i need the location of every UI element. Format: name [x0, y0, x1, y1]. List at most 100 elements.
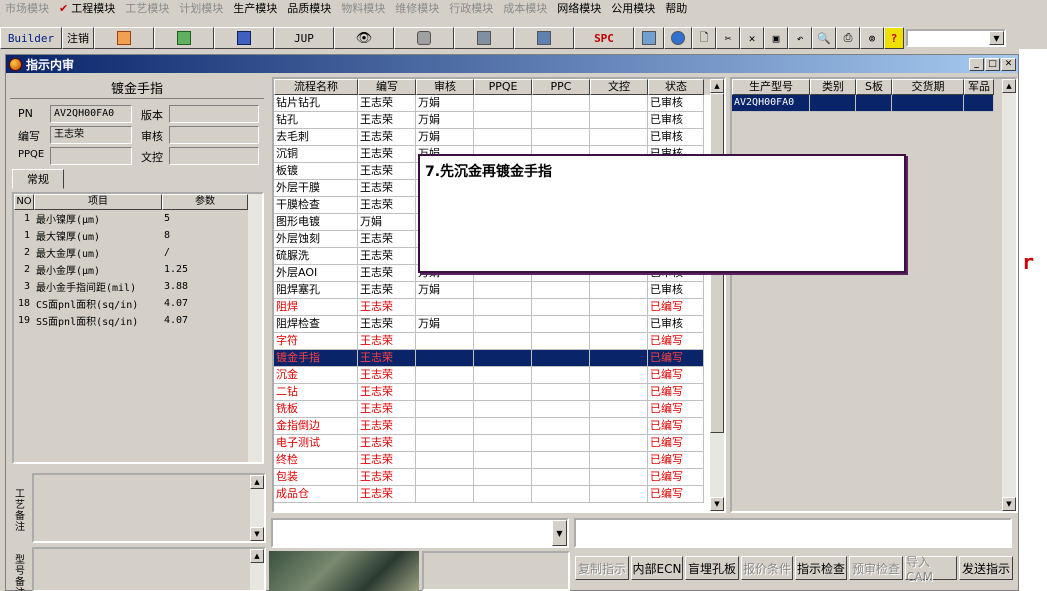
- save-button[interactable]: ▣: [764, 27, 788, 49]
- pn-field[interactable]: AV2QH00FA0: [50, 105, 132, 123]
- blind-hole-button[interactable]: 盲埋孔板: [685, 556, 739, 580]
- param-row[interactable]: 19 SS面pnl面积(sq/in) 4.07: [14, 312, 262, 329]
- table-row[interactable]: 钻孔 王志荣 万娟 已审核: [274, 112, 724, 129]
- model-header-3[interactable]: 交货期: [892, 79, 964, 95]
- find-button[interactable]: ⊚: [860, 27, 884, 49]
- table-row[interactable]: 沉金 王志荣 已编写: [274, 367, 724, 384]
- undo-button[interactable]: ↶: [788, 27, 812, 49]
- model-scrollbar[interactable]: ▲ ▼: [1002, 79, 1016, 511]
- table-row[interactable]: 镀金手指 王志荣 已编写: [274, 350, 724, 367]
- param-row[interactable]: 18 CS面pnl面积(sq/in) 4.07: [14, 295, 262, 312]
- menu-item-1[interactable]: ✔ 工程模块: [54, 0, 120, 17]
- table-row[interactable]: 包装 王志荣 已编写: [274, 469, 724, 486]
- logout-button[interactable]: 注销: [62, 27, 94, 49]
- param-header-0[interactable]: NO: [14, 194, 34, 210]
- scroll-up-icon[interactable]: ▲: [710, 79, 724, 93]
- author-field[interactable]: 王志荣: [50, 126, 132, 144]
- scroll-up-icon[interactable]: ▲: [250, 549, 264, 563]
- tab-general[interactable]: 常规: [12, 169, 64, 189]
- table-row[interactable]: 电子测试 王志荣 已编写: [274, 435, 724, 452]
- process-header-0[interactable]: 流程名称: [274, 79, 358, 95]
- maximize-button[interactable]: □: [985, 57, 1000, 71]
- precheck-button[interactable]: 预审检查: [849, 556, 903, 580]
- menu-item-2[interactable]: 工艺模块: [120, 0, 174, 17]
- menu-item-9[interactable]: 成本模块: [498, 0, 552, 17]
- menu-item-6[interactable]: 物料模块: [336, 0, 390, 17]
- table-row[interactable]: AV2QH00FA0: [732, 95, 1016, 112]
- menu-item-3[interactable]: 计划模块: [174, 0, 228, 17]
- menu-item-11[interactable]: 公用模块: [606, 0, 660, 17]
- process-scrollbar[interactable]: ▲ ▼: [710, 79, 724, 511]
- process-header-2[interactable]: 审核: [416, 79, 474, 95]
- param-row[interactable]: 2 最大金厚(um) /: [14, 244, 262, 261]
- table-row[interactable]: 终检 王志荣 已编写: [274, 452, 724, 469]
- table-row[interactable]: 金指倒边 王志荣 已编写: [274, 418, 724, 435]
- spc-button[interactable]: SPC: [574, 27, 634, 49]
- scroll-down-icon[interactable]: ▼: [710, 497, 724, 511]
- menu-item-7[interactable]: 维修模块: [390, 0, 444, 17]
- table-row[interactable]: 阻焊 王志荣 已编写: [274, 299, 724, 316]
- param-scrollbar[interactable]: [248, 194, 262, 462]
- scroll-up-icon[interactable]: ▲: [250, 475, 264, 489]
- builder-button[interactable]: Builder: [0, 27, 62, 49]
- param-row[interactable]: 1 最大镍厚(um) 8: [14, 227, 262, 244]
- process-header-6[interactable]: 状态: [648, 79, 704, 95]
- table-row[interactable]: 成品仓 王志荣 已编写: [274, 486, 724, 503]
- craft-note-box[interactable]: ▲ ▼: [32, 473, 266, 543]
- process-header-3[interactable]: PPQE: [474, 79, 532, 95]
- process-header-4[interactable]: PPC: [532, 79, 590, 95]
- param-row[interactable]: 1 最小镍厚(μm) 5: [14, 210, 262, 227]
- menu-item-5[interactable]: 品质模块: [282, 0, 336, 17]
- table-row[interactable]: 去毛刺 王志荣 万娟 已审核: [274, 129, 724, 146]
- model-header-0[interactable]: 生产型号: [732, 79, 810, 95]
- chevron-down-icon[interactable]: ▼: [552, 520, 567, 546]
- review-field[interactable]: [169, 126, 259, 144]
- quote-condition-button[interactable]: 报价条件: [741, 556, 793, 580]
- toolbar-combo[interactable]: ▼: [906, 29, 1006, 47]
- window-titlebar[interactable]: 指示内审 _ □ ✕: [6, 55, 1018, 73]
- model-header-4[interactable]: 军品: [964, 79, 994, 95]
- scroll-up-icon[interactable]: ▲: [1002, 79, 1016, 93]
- close-button[interactable]: ✕: [1001, 57, 1016, 71]
- menu-item-8[interactable]: 行政模块: [444, 0, 498, 17]
- jup-button[interactable]: JUP: [274, 27, 334, 49]
- table-row[interactable]: 阻焊检查 王志荣 万娟 已审核: [274, 316, 724, 333]
- network-button[interactable]: [454, 27, 514, 49]
- internal-ecn-button[interactable]: 内部ECN: [631, 556, 683, 580]
- table-row[interactable]: 字符 王志荣 已编写: [274, 333, 724, 350]
- model-note-scrollbar[interactable]: ▲: [250, 549, 264, 590]
- param-header-1[interactable]: 项目: [34, 194, 162, 210]
- help-button[interactable]: ?: [884, 27, 904, 49]
- table-row[interactable]: 铣板 王志荣 已编写: [274, 401, 724, 418]
- import-cam-button[interactable]: 导入CAM: [905, 555, 957, 584]
- menu-item-12[interactable]: 帮助: [660, 0, 692, 17]
- scroll-down-icon[interactable]: ▼: [250, 527, 264, 541]
- menu-item-10[interactable]: 网络模块: [552, 0, 606, 17]
- new-button[interactable]: 🗋: [692, 27, 716, 49]
- model-note-box[interactable]: ▲: [32, 547, 266, 591]
- version-field[interactable]: [169, 105, 259, 123]
- doccontrol-field[interactable]: [169, 147, 259, 165]
- word-button[interactable]: [214, 27, 274, 49]
- bottom-left-combo[interactable]: ▼: [271, 518, 569, 548]
- preview-button[interactable]: 🔍: [812, 27, 836, 49]
- send-instruction-button[interactable]: 发送指示: [959, 556, 1013, 580]
- copy-instruction-button[interactable]: 复制指示: [575, 556, 629, 580]
- cut-button[interactable]: ✂: [716, 27, 740, 49]
- powerpoint-button[interactable]: [94, 27, 154, 49]
- print-button[interactable]: ⎙: [836, 27, 860, 49]
- chevron-down-icon[interactable]: ▼: [989, 31, 1004, 45]
- table-row[interactable]: 二钻 王志荣 已编写: [274, 384, 724, 401]
- scroll-down-icon[interactable]: ▼: [1002, 497, 1016, 511]
- table-row[interactable]: 钻片钻孔 王志荣 万娟 已审核: [274, 95, 724, 112]
- param-row[interactable]: 2 最小金厚(μm) 1.25: [14, 261, 262, 278]
- table-row[interactable]: 阻焊塞孔 王志荣 万娟 已审核: [274, 282, 724, 299]
- craft-note-scrollbar[interactable]: ▲ ▼: [250, 475, 264, 541]
- process-header-5[interactable]: 文控: [590, 79, 648, 95]
- menu-item-4[interactable]: 生产模块: [228, 0, 282, 17]
- bottom-right-input[interactable]: [574, 518, 1012, 548]
- computer-button[interactable]: [514, 27, 574, 49]
- minimize-button[interactable]: _: [969, 57, 984, 71]
- model-header-2[interactable]: S板: [856, 79, 892, 95]
- instruction-check-button[interactable]: 指示检查: [795, 556, 847, 580]
